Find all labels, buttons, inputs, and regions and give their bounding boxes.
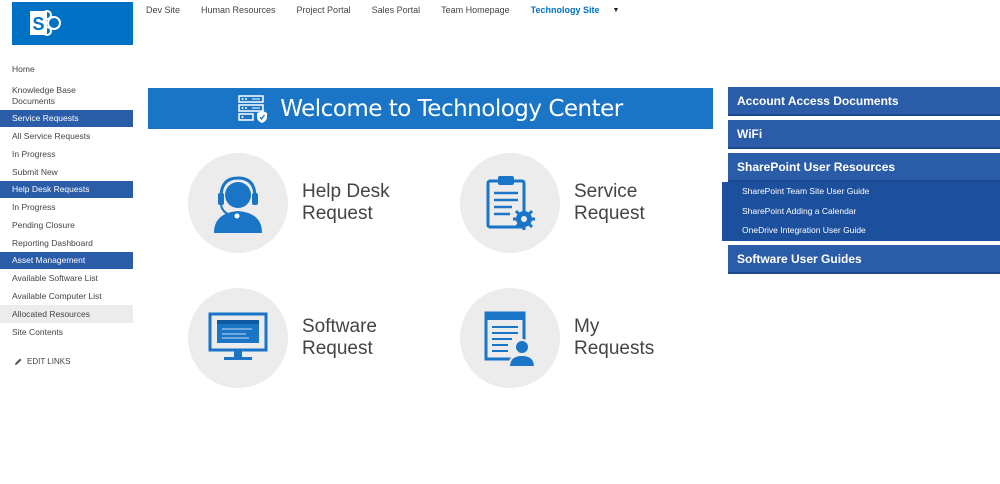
tile-label: Service Request: [574, 181, 684, 225]
left-nav-asset-management[interactable]: Asset Management: [0, 252, 133, 269]
tile-label: Software Request: [302, 316, 412, 360]
tile-label-line2: Request: [302, 203, 373, 224]
left-navigation: Home Knowledge Base Documents Service Re…: [0, 64, 133, 341]
left-nav-pending-closure[interactable]: Pending Closure: [0, 216, 133, 234]
left-nav-available-software[interactable]: Available Software List: [0, 269, 133, 287]
left-nav-home[interactable]: Home: [0, 64, 133, 77]
left-nav-site-contents[interactable]: Site Contents: [0, 323, 133, 341]
link-team-site-user-guide[interactable]: SharePoint Team Site User Guide: [722, 182, 1000, 202]
tile-label: My Requests: [574, 316, 684, 360]
left-nav-knowledge-base[interactable]: Knowledge Base Documents: [0, 77, 90, 110]
software-user-guides-link[interactable]: Software User Guides: [728, 245, 1000, 274]
left-nav-service-requests[interactable]: Service Requests: [0, 110, 133, 127]
top-nav-team-homepage[interactable]: Team Homepage: [441, 5, 510, 15]
svg-text:S: S: [32, 14, 44, 34]
top-nav-project-portal[interactable]: Project Portal: [297, 5, 351, 15]
top-nav-dev-site[interactable]: Dev Site: [146, 5, 180, 15]
top-nav-human-resources[interactable]: Human Resources: [201, 5, 276, 15]
tile-label-line2: Request: [574, 203, 645, 224]
left-nav-reporting-dashboard[interactable]: Reporting Dashboard: [0, 234, 133, 252]
tile-circle: [188, 288, 288, 388]
welcome-banner: Welcome to Technology Center: [148, 88, 713, 129]
pencil-icon: [15, 358, 22, 365]
tile-my-requests[interactable]: My Requests: [460, 288, 684, 388]
sharepoint-resources-submenu: SharePoint Team Site User Guide SharePoi…: [722, 182, 1000, 241]
dropdown-caret-icon[interactable]: ▼: [613, 7, 620, 14]
tile-label-line1: My: [574, 316, 600, 337]
server-icon: [238, 94, 268, 123]
clipboard-gear-icon: [486, 176, 535, 230]
edit-links-label: EDIT LINKS: [27, 357, 71, 366]
top-nav-sales-portal[interactable]: Sales Portal: [372, 5, 421, 15]
tile-label-line2: Request: [302, 338, 373, 359]
link-onedrive-integration[interactable]: OneDrive Integration User Guide: [722, 221, 1000, 241]
monitor-window-icon: [208, 312, 268, 360]
left-nav-submit-new[interactable]: Submit New: [0, 163, 133, 181]
left-nav-available-computer[interactable]: Available Computer List: [0, 287, 133, 305]
left-nav-all-service-requests[interactable]: All Service Requests: [0, 127, 133, 145]
tile-circle: [188, 153, 288, 253]
tile-label-line1: Software: [302, 316, 377, 337]
sharepoint-logo[interactable]: S: [12, 2, 133, 45]
tile-label-line1: Service: [574, 181, 638, 202]
document-user-icon: [484, 311, 537, 367]
tile-circle: [460, 288, 560, 388]
link-adding-a-calendar[interactable]: SharePoint Adding a Calendar: [722, 202, 1000, 222]
welcome-title: Welcome to Technology Center: [280, 95, 623, 122]
tile-software-request[interactable]: Software Request: [188, 288, 412, 388]
left-nav-in-progress-service[interactable]: In Progress: [0, 145, 133, 163]
tile-label-line2: Requests: [574, 338, 655, 359]
tile-label-line1: Help Desk: [302, 181, 390, 202]
top-nav-technology-site[interactable]: Technology Site: [531, 5, 600, 15]
edit-links-button[interactable]: EDIT LINKS: [14, 357, 70, 366]
tile-label: Help Desk Request: [302, 181, 412, 225]
left-nav-help-desk-requests[interactable]: Help Desk Requests: [0, 181, 133, 198]
left-nav-in-progress-helpdesk[interactable]: In Progress: [0, 198, 133, 216]
sharepoint-user-resources-link[interactable]: SharePoint User Resources: [728, 153, 1000, 182]
headset-agent-icon: [214, 176, 262, 233]
wifi-link[interactable]: WiFi: [728, 120, 1000, 149]
left-nav-allocated-resources[interactable]: Allocated Resources: [0, 305, 133, 323]
account-access-documents-link[interactable]: Account Access Documents: [728, 87, 1000, 116]
sharepoint-logo-icon: S: [30, 10, 61, 36]
tile-service-request[interactable]: Service Request: [460, 153, 684, 253]
top-navigation: Dev Site Human Resources Project Portal …: [146, 4, 619, 16]
tile-help-desk-request[interactable]: Help Desk Request: [188, 153, 412, 253]
tile-circle: [460, 153, 560, 253]
